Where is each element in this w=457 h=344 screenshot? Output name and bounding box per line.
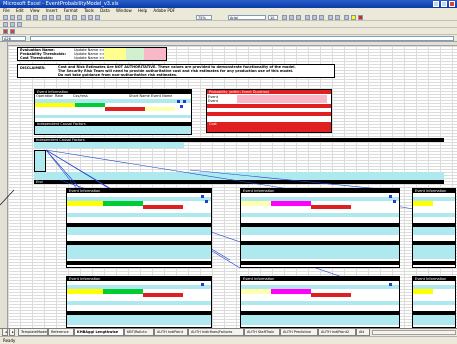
event-block-6-title: Event Information [413, 277, 455, 281]
event-block-1-title: Event Information [67, 189, 211, 193]
tab-auth-stafftrain[interactable]: AUTH StaffTrain [244, 329, 280, 336]
event-block-1: Event Information [66, 188, 212, 268]
event-block-4-title: Event Information [67, 277, 211, 281]
tab-reference[interactable]: Reference [48, 329, 74, 336]
event-block-2: Event Information [240, 188, 400, 268]
tab-auth-indipoint[interactable]: AUTH IndiPoint [154, 329, 188, 336]
tab-templatemodel[interactable]: TemplateModel [18, 329, 48, 336]
event-block-3: Event Information [412, 188, 456, 268]
tab-att[interactable]: Att [356, 329, 370, 336]
event-block-4: Event Information [66, 276, 212, 328]
tab-scroll-next-icon[interactable]: ▸ [9, 329, 15, 336]
tab-khbaggl[interactable]: KHBAggl Lengthwise [74, 329, 124, 336]
event-block-5: Event Information [240, 276, 400, 328]
event-block-3-title: Event Information [413, 189, 455, 193]
status-ready: Ready [3, 338, 16, 343]
tab-kbt-rollctn[interactable]: KBT/Rollctn [124, 329, 154, 336]
event-block-6: Event Information [412, 276, 456, 328]
event-block-5-title: Event Information [241, 277, 399, 281]
tab-scroll-first-icon[interactable]: ◂ [2, 329, 8, 336]
horizontal-scrollbar[interactable] [372, 330, 456, 335]
tab-auth-indipoint2[interactable]: AUTH IndiPoint2 [318, 329, 356, 336]
tab-auth-indirfixes[interactable]: AUTH Indirfixes/Failures [188, 329, 244, 336]
event-block-2-title: Event Information [241, 189, 399, 193]
sheet-tab-bar: ◂ ▸ TemplateModel Reference KHBAggl Leng… [0, 328, 457, 336]
tab-auth-predictive[interactable]: AUTH Predictive [280, 329, 318, 336]
status-bar: Ready [0, 336, 457, 344]
